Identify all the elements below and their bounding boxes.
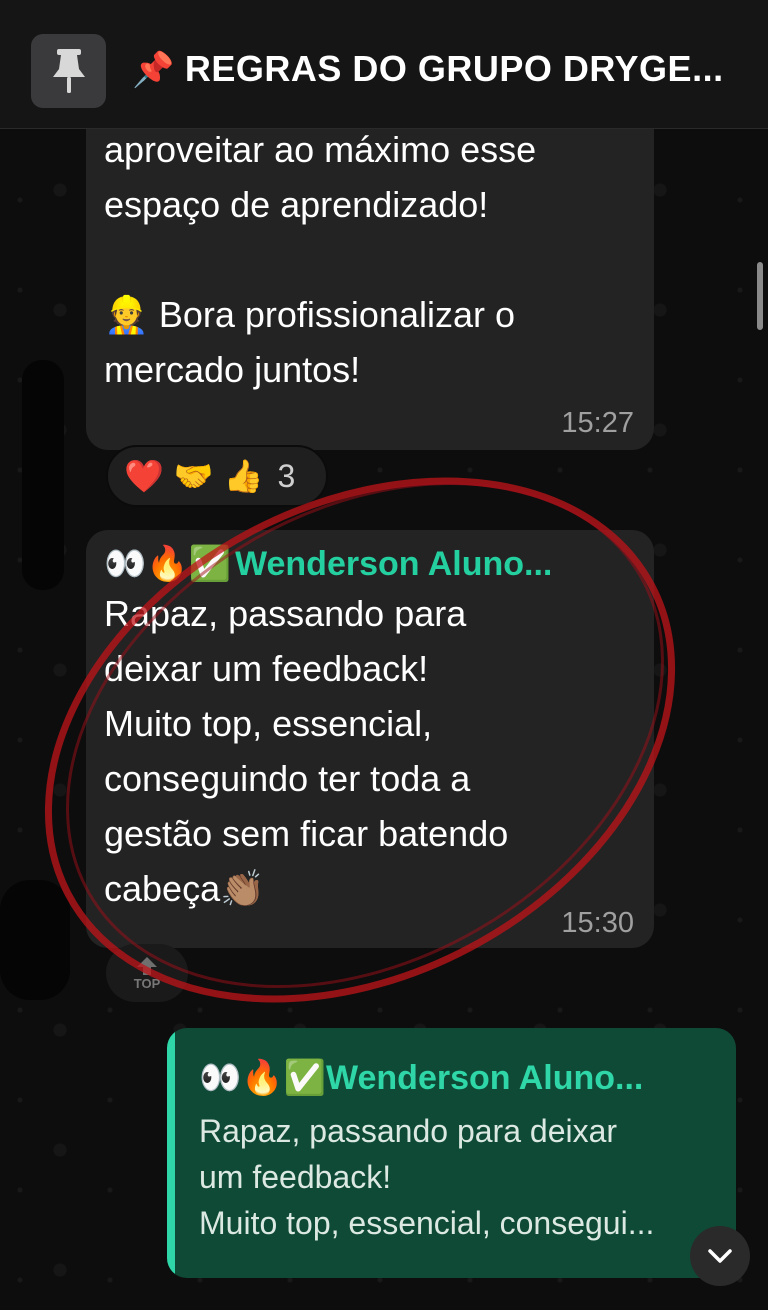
reply-sender-line: 👀🔥✅Wenderson Aluno...: [199, 1058, 643, 1098]
chevron-down-icon: [708, 1249, 732, 1263]
reply-text: Rapaz, passando para deixar um feedback!…: [199, 1113, 655, 1241]
message-time: 15:27: [561, 407, 634, 439]
reaction-count: 3: [277, 457, 296, 494]
redaction-mark: [22, 360, 64, 590]
message-text: Rapaz, passando para deixar um feedback!…: [104, 593, 509, 909]
sender-name: Wenderson Aluno...: [235, 545, 553, 583]
reply-preview[interactable]: 👀🔥✅Wenderson Aluno... Rapaz, passando pa…: [167, 1028, 736, 1278]
scroll-down-button[interactable]: [690, 1226, 750, 1286]
pinned-message-bar[interactable]: 📌 REGRAS DO GRUPO DRYGE...: [0, 0, 768, 129]
pinned-message-title[interactable]: 📌 REGRAS DO GRUPO DRYGE...: [132, 48, 742, 90]
reactions-pill[interactable]: ❤️ 🤝 👍 3: [106, 445, 328, 507]
message-bubble[interactable]: aproveitar ao máximo esse espaço de apre…: [86, 96, 654, 450]
reply-sender-emojis: 👀🔥✅: [199, 1059, 327, 1097]
pinned-title-text: REGRAS DO GRUPO DRYGE...: [184, 48, 724, 89]
pin-button[interactable]: [31, 34, 106, 108]
sender-emojis: 👀🔥✅: [104, 545, 232, 583]
arrow-up-icon: [137, 956, 157, 975]
thumbs-up-reaction: 👍: [223, 458, 264, 494]
pin-icon: [52, 49, 85, 93]
scrollbar-thumb[interactable]: [757, 262, 763, 330]
message-bubble[interactable]: 👀🔥✅ Wenderson Aluno... Rapaz, passando pa…: [86, 530, 654, 948]
pushpin-icon: 📌: [132, 51, 175, 89]
message-time: 15:30: [561, 907, 634, 939]
heart-reaction: ❤️: [124, 458, 164, 494]
scroll-to-top-button[interactable]: TOP: [106, 944, 188, 1002]
handshake-reaction: 🤝: [173, 458, 214, 494]
redaction-mark: [0, 880, 70, 1000]
reply-accent-bar: [167, 1028, 175, 1278]
reply-sender-name: Wenderson Aluno...: [326, 1059, 644, 1097]
top-label: TOP: [133, 975, 161, 991]
message-text: aproveitar ao máximo esse espaço de apre…: [104, 129, 537, 390]
sender-name-line[interactable]: 👀🔥✅ Wenderson Aluno...: [104, 544, 552, 584]
